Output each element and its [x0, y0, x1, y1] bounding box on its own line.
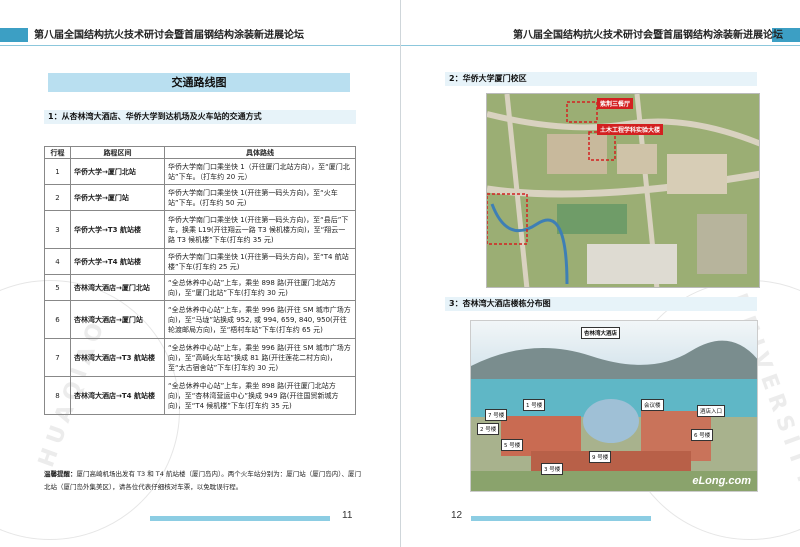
page-footer-bar — [471, 516, 651, 521]
page-footer-bar — [150, 516, 330, 521]
hotel-entrance-label: 酒店入口 — [697, 405, 726, 417]
route-detail-cell: “全总休养中心站”上车，乘坐 898 路(开往厦门北站方向)，至“杏林湾营运中心… — [164, 376, 356, 415]
table-row: 3 华侨大学→T3 航站楼 华侨大学南门口乘坐快 1(开往第一码头方向)，至“县后”… — [44, 210, 356, 249]
table-row: 4 华侨大学→T4 航站楼 华侨大学南门口乘坐快 1(开往第一码头方向)，至“T4 … — [44, 248, 356, 275]
trip-number-cell: 8 — [44, 376, 71, 415]
building-5-label: 5 号楼 — [501, 439, 524, 451]
route-detail-cell: 华侨大学南门口乘坐快 1（开往厦门北站方向），至“厦门北站”下车。（打车约 20… — [164, 158, 356, 185]
col-header-route: 路程区间 — [70, 146, 165, 159]
table-row: 5 杏林湾大酒店→厦门北站 “全总休养中心站”上车，乘坐 898 路(开往厦门北站方… — [44, 274, 356, 301]
route-detail-cell: “全总休养中心站”上车，乘坐 996 路(开往 SM 城市广场方向)，至“高崎火… — [164, 338, 356, 377]
travel-tip: 温馨提醒：厦门高崎机场出发有 T3 和 T4 航站楼（厦门岛内）。两个火车站分别… — [44, 468, 364, 494]
page-number: 11 — [342, 510, 353, 521]
col-header-trip: 行程 — [44, 146, 71, 159]
building-1-label: 1 号楼 — [523, 399, 546, 411]
conference-building-label: 会议楼 — [641, 399, 664, 411]
map-label-civil-lab: 土木工程学科实验大楼 — [597, 124, 664, 135]
table-row: 8 杏林湾大酒店→T4 航站楼 “全总休养中心站”上车，乘坐 898 路(开往厦门北… — [44, 376, 356, 415]
trip-number-cell: 2 — [44, 184, 71, 211]
section-heading-3: 3：杏林湾大酒店楼栋分布图 — [445, 297, 757, 311]
route-cell: 华侨大学→厦门站 — [70, 184, 165, 211]
route-cell: 杏林湾大酒店→T3 航站楼 — [70, 338, 165, 377]
header-divider — [0, 45, 400, 46]
trip-number-cell: 6 — [44, 300, 71, 339]
header-divider — [401, 45, 800, 46]
trip-number-cell: 1 — [44, 158, 71, 185]
trip-number-cell: 3 — [44, 210, 71, 249]
route-cell: 华侨大学→T3 航站楼 — [70, 210, 165, 249]
route-detail-cell: “全总休养中心站”上车，乘坐 898 路(开往厦门北站方向)，至“厦门北站”下车… — [164, 274, 356, 301]
trip-number-cell: 5 — [44, 274, 71, 301]
route-table: 行程 路程区间 具体路线 1 华侨大学→厦门北站 华侨大学南门口乘坐快 1（开往厦门… — [44, 146, 356, 415]
elong-watermark: eLong.com — [692, 475, 751, 487]
building-2-label: 2 号楼 — [477, 423, 500, 435]
route-detail-cell: 华侨大学南门口乘坐快 1(开往第一码头方向)，至“T4 航站楼”下车(打车约 2… — [164, 248, 356, 275]
building-9-label: 9 号楼 — [589, 451, 612, 463]
route-cell: 杏林湾大酒店→厦门北站 — [70, 274, 165, 301]
trip-number-cell: 4 — [44, 248, 71, 275]
table-row: 2 华侨大学→厦门站 华侨大学南门口乘坐快 1(开往第一码头方向)，至“火车站”下车… — [44, 184, 356, 211]
route-cell: 华侨大学→T4 航站楼 — [70, 248, 165, 275]
hotel-layout-image: 杏林湾大酒店 1 号楼 2 号楼 3 号楼 5 号楼 6 号楼 7 号楼 9 号… — [470, 320, 758, 492]
page-header-title: 第八届全国结构抗火技术研讨会暨首届钢结构涂装新进展论坛 — [513, 30, 783, 41]
col-header-detail: 具体路线 — [164, 146, 356, 159]
table-row: 7 杏林湾大酒店→T3 航站楼 “全总休养中心站”上车，乘坐 996 路(开往 SM… — [44, 338, 356, 377]
route-detail-cell: 华侨大学南门口乘坐快 1(开往第一码头方向)，至“县后”下车，换乘 L19(开往… — [164, 210, 356, 249]
route-detail-cell: “全总休养中心站”上车，乘坐 996 路(开往 SM 城市广场方向)，至“马垅”… — [164, 300, 356, 339]
building-7-label: 7 号楼 — [485, 409, 508, 421]
left-page: HUAQIAO 第八届全国结构抗火技术研讨会暨首届钢结构涂装新进展论坛 交通路线… — [0, 0, 400, 547]
campus-map-image: 紫荆三餐厅 土木工程学科实验大楼 — [486, 93, 760, 288]
tip-label: 温馨提醒： — [44, 470, 77, 478]
route-cell: 杏林湾大酒店→T4 航站楼 — [70, 376, 165, 415]
header-accent-bar — [0, 28, 28, 42]
page-number: 12 — [451, 510, 463, 521]
trip-number-cell: 7 — [44, 338, 71, 377]
table-row: 1 华侨大学→厦门北站 华侨大学南门口乘坐快 1（开往厦门北站方向），至“厦门北站”… — [44, 158, 356, 185]
tip-text: 厦门高崎机场出发有 T3 和 T4 航站楼（厦门岛内）。两个火车站分别为：厦门站… — [44, 470, 361, 491]
page-header-title: 第八届全国结构抗火技术研讨会暨首届钢结构涂装新进展论坛 — [34, 30, 304, 41]
route-cell: 华侨大学→厦门北站 — [70, 158, 165, 185]
section-heading-1: 1：从杏林湾大酒店、华侨大学到达机场及火车站的交通方式 — [44, 110, 356, 124]
building-6-label: 6 号楼 — [691, 429, 714, 441]
building-3-label: 3 号楼 — [541, 463, 564, 475]
map-label-dining-hall: 紫荆三餐厅 — [597, 98, 634, 109]
section-heading-2: 2：华侨大学厦门校区 — [445, 72, 757, 86]
route-cell: 杏林湾大酒店→厦门站 — [70, 300, 165, 339]
table-row: 6 杏林湾大酒店→厦门站 “全总休养中心站”上车，乘坐 996 路(开往 SM 城市… — [44, 300, 356, 339]
route-detail-cell: 华侨大学南门口乘坐快 1(开往第一码头方向)，至“火车站”下车。(打车约 50 … — [164, 184, 356, 211]
hotel-name-label: 杏林湾大酒店 — [581, 327, 621, 339]
page-title: 交通路线图 — [48, 73, 350, 92]
